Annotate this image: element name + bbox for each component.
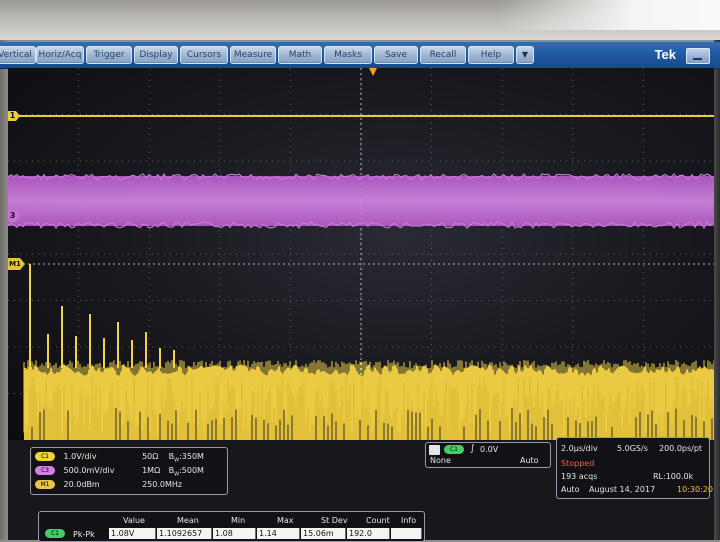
meas-header-count: Count — [366, 516, 390, 525]
trigger-position-marker — [369, 68, 377, 76]
meas-header-stdev: St Dev — [321, 516, 348, 525]
menu-recall[interactable]: Recall — [420, 46, 466, 64]
timebase: 2.0µs/div — [561, 444, 598, 453]
monitor-bezel-left — [0, 40, 8, 540]
menu-help[interactable]: Help — [468, 46, 514, 64]
math-badge: M1 — [35, 480, 55, 489]
channel-3-badge: C3 — [35, 466, 55, 475]
menu-save[interactable]: Save — [374, 46, 418, 64]
date: August 14, 2017 — [589, 485, 656, 494]
meas-value: 1.08V — [109, 528, 156, 539]
trigger-icon — [429, 445, 440, 455]
meas-source-badge: C1 — [45, 529, 65, 538]
meas-name: Pk-Pk — [73, 530, 95, 539]
channel-3-bandwidth: :500M — [179, 466, 204, 475]
acquisition-count: 193 acqs — [561, 472, 598, 481]
measurement-table[interactable]: Value Mean Min Max St Dev Count Info C1 … — [38, 511, 425, 542]
menu-math[interactable]: Math — [278, 46, 322, 64]
waveform-graticule[interactable]: 1 3 M1 — [8, 68, 714, 440]
menu-vertical[interactable]: Vertical — [0, 46, 36, 64]
math-marker-label: M1 — [9, 260, 21, 268]
menu-horiz-acq[interactable]: Horiz/Acq — [36, 46, 84, 64]
channel-1-impedance: 50Ω — [142, 452, 159, 461]
channel-3-marker-label: 3 — [9, 211, 16, 220]
monitor-bezel-right — [714, 40, 720, 540]
menu-masks[interactable]: Masks — [324, 46, 372, 64]
meas-max: 1.14 — [257, 528, 300, 539]
trigger-mode: Auto — [520, 456, 539, 465]
trigger-source-badge-wrap: C1 — [444, 445, 470, 454]
ambient-light-glare — [500, 0, 720, 30]
trigger-coupling: None — [430, 456, 451, 465]
menu-cursors[interactable]: Cursors — [180, 46, 228, 64]
trigger-slope-icon: ∫ — [470, 444, 475, 454]
channel-1-readout[interactable]: C1 1.0V/div 50Ω BW:350M — [35, 452, 204, 464]
menu-display[interactable]: Display — [134, 46, 178, 64]
menu-measure[interactable]: Measure — [230, 46, 276, 64]
minimize-button[interactable] — [686, 48, 710, 64]
channel-1-scale: 1.0V/div — [63, 452, 97, 461]
meas-source-badge-wrap: C1 — [45, 529, 71, 538]
meas-header-value: Value — [123, 516, 145, 525]
meas-mean: 1.1092657 — [157, 528, 212, 539]
channel-1-bandwidth: :350M — [179, 452, 204, 461]
math-scale: 20.0dBm — [63, 480, 100, 489]
channel-1-badge: C1 — [35, 452, 55, 461]
channel-1-marker-label: 1 — [9, 111, 16, 120]
trigger-readout[interactable]: C1 ∫ 0.0V None Auto — [425, 442, 551, 468]
channel-3-impedance: 1MΩ — [142, 466, 161, 475]
meas-count: 192.0 — [347, 528, 390, 539]
resolution: 200.0ps/pt — [659, 444, 703, 453]
math-fft-trace — [23, 264, 714, 440]
math-readout[interactable]: M1 20.0dBm 250.0MHz — [35, 480, 182, 492]
brand-logo: Tek — [654, 47, 676, 62]
menu-dropdown-button[interactable]: ▼ — [516, 46, 534, 64]
acquisition-state: Stopped — [561, 459, 595, 468]
meas-header-info: Info — [401, 516, 417, 525]
waveform-display — [8, 68, 714, 440]
acquisition-mode: Auto — [561, 485, 580, 494]
sample-rate: 5.0GS/s — [617, 444, 648, 453]
meas-header-min: Min — [231, 516, 246, 525]
meas-min: 1.08 — [213, 528, 256, 539]
meas-stdev: 15.06m — [301, 528, 346, 539]
meas-header-max: Max — [277, 516, 294, 525]
channel-3-readout[interactable]: C3 500.0mV/div 1MΩ BW:500M — [35, 466, 204, 478]
menu-trigger[interactable]: Trigger — [86, 46, 132, 64]
monitor-bezel-top — [0, 0, 720, 40]
channel-readout-box[interactable]: C1 1.0V/div 50Ω BW:350M C3 500.0mV/div 1… — [30, 447, 228, 495]
math-center-frequency: 250.0MHz — [142, 480, 183, 489]
time: 10:30:20 — [677, 485, 713, 494]
acquisition-readout[interactable]: 2.0µs/div 5.0GS/s 200.0ps/pt Stopped 193… — [556, 437, 713, 499]
channel-3-scale: 500.0mV/div — [63, 466, 115, 475]
channel-3-trace — [8, 176, 714, 226]
meas-header-mean: Mean — [177, 516, 199, 525]
meas-info — [391, 528, 422, 539]
trigger-level: 0.0V — [480, 445, 499, 454]
record-length: RL:100.0k — [653, 472, 694, 481]
menu-bar: Vertical Horiz/Acq Trigger Display Curso… — [0, 42, 720, 69]
trigger-source-badge: C1 — [444, 445, 464, 454]
